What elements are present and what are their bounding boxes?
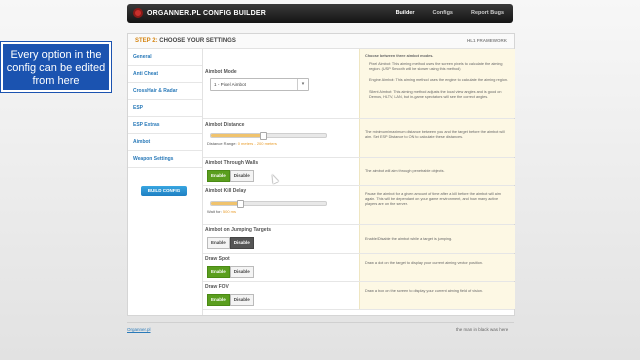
step-number: STEP 2: [135, 38, 158, 44]
top-navbar: ORGANNER.PL CONFIG BUILDER Builder Confi… [127, 4, 513, 23]
nav-builder[interactable]: Builder [387, 4, 424, 23]
aimbot-distance-range-label: Distance Range: [207, 141, 237, 146]
row-draw-spot-control: Draw Spot Enable Disable [203, 254, 359, 281]
annotation-callout: Every option in the config can be edited… [1, 42, 111, 92]
aimbot-mode-desc-intro: Choose between three aimbot modes. [365, 54, 434, 58]
nav-configs[interactable]: Configs [424, 4, 462, 23]
row-aimbot-kill-delay: Aimbot Kill Delay Wait for: 500 ms Pause… [203, 186, 515, 225]
settings-panel: STEP 2: CHOOSE YOUR SETTINGS HL1 FRAMEWO… [127, 33, 515, 316]
draw-fov-toggle: Enable Disable [207, 294, 254, 306]
kill-delay-desc: Pause the aimbot for a given amount of t… [365, 192, 501, 206]
through-walls-disable-button[interactable]: Disable [229, 170, 254, 182]
aimbot-mode-desc-item: Engine Aimbot: This aiming method uses t… [369, 78, 509, 82]
build-config-button[interactable]: BUILD CONFIG [141, 186, 187, 196]
aimbot-distance-handle[interactable] [259, 132, 267, 140]
draw-spot-disable-button[interactable]: Disable [229, 266, 254, 278]
footer-credit: the man in black was here [456, 327, 509, 332]
row-aimbot-distance: Aimbot Distance Distance Range: 0 meters… [203, 119, 515, 158]
draw-fov-enable-button[interactable]: Enable [207, 294, 230, 306]
kill-delay-fill [211, 202, 240, 205]
kill-delay-range: Wait for: 500 ms [207, 209, 236, 214]
sidebar-item-general[interactable]: General [128, 49, 202, 66]
draw-fov-desc: Draw a box on the screen to display your… [365, 289, 483, 293]
row-draw-spot: Draw Spot Enable Disable Draw a dot on t… [203, 254, 515, 282]
step-header: STEP 2: CHOOSE YOUR SETTINGS HL1 FRAMEWO… [128, 34, 514, 49]
logo[interactable]: ORGANNER.PL CONFIG BUILDER [133, 8, 266, 18]
settings-sidebar: General Anti Cheat CrossHair & Radar ESP… [128, 49, 203, 315]
kill-delay-description: Pause the aimbot for a given amount of t… [359, 186, 515, 224]
kill-delay-label: Aimbot Kill Delay [205, 188, 247, 194]
sidebar-item-esp[interactable]: ESP [128, 100, 202, 117]
nav-report-bugs[interactable]: Report Bugs [462, 4, 513, 23]
through-walls-enable-button[interactable]: Enable [207, 170, 230, 182]
row-aimbot-through-walls: Aimbot Through Walls Enable Disable The … [203, 158, 515, 186]
kill-delay-handle[interactable] [236, 200, 244, 208]
sidebar-item-weapon-settings[interactable]: Weapon Settings [128, 151, 202, 168]
draw-spot-label: Draw Spot [205, 256, 230, 262]
through-walls-toggle: Enable Disable [207, 170, 254, 182]
through-walls-description: The aimbot will aim through penetrable o… [359, 158, 515, 185]
step-title-text: CHOOSE YOUR SETTINGS [159, 38, 236, 44]
row-aimbot-mode: Aimbot Mode 1 - Pixel Aimbot ▾ Choose be… [203, 49, 515, 119]
jumping-targets-disable-button[interactable]: Disable [229, 237, 254, 249]
aimbot-mode-label: Aimbot Mode [205, 69, 237, 75]
sidebar-item-anti-cheat[interactable]: Anti Cheat [128, 66, 202, 83]
row-draw-fov-control: Draw FOV Enable Disable [203, 282, 359, 309]
step-title: STEP 2: CHOOSE YOUR SETTINGS [135, 38, 236, 44]
row-jumping-targets-control: Aimbot on Jumping Targets Enable Disable [203, 225, 359, 253]
aimbot-distance-slider[interactable] [210, 132, 327, 140]
through-walls-label: Aimbot Through Walls [205, 160, 259, 166]
aimbot-mode-description: Choose between three aimbot modes. Pixel… [359, 49, 515, 118]
sidebar-item-crosshair-radar[interactable]: CrossHair & Radar [128, 83, 202, 100]
draw-spot-enable-button[interactable]: Enable [207, 266, 230, 278]
through-walls-desc: The aimbot will aim through penetrable o… [365, 169, 445, 173]
aimbot-mode-desc-item: Pixel Aimbot: This aiming method uses th… [369, 62, 503, 71]
chevron-down-icon: ▾ [297, 79, 308, 90]
aimbot-mode-select[interactable]: 1 - Pixel Aimbot ▾ [210, 78, 309, 91]
jumping-targets-desc: Enable/Disable the aimbot while a target… [365, 237, 453, 241]
framework-label: HL1 FRAMEWORK [467, 38, 507, 43]
kill-delay-slider[interactable] [210, 200, 327, 208]
aimbot-distance-description: The minimum/maximum distance between you… [359, 119, 515, 157]
row-draw-fov: Draw FOV Enable Disable Draw a box on th… [203, 282, 515, 310]
aimbot-mode-desc-item: Silent Aimbot: This aiming method adjust… [369, 90, 502, 99]
draw-spot-description: Draw a dot on the target to display your… [359, 254, 515, 281]
draw-fov-label: Draw FOV [205, 284, 229, 290]
main-nav: Builder Configs Report Bugs [387, 4, 513, 23]
footer-site-link[interactable]: Organner.pl [127, 327, 151, 332]
row-aimbot-mode-control: Aimbot Mode 1 - Pixel Aimbot ▾ [203, 49, 359, 118]
row-kill-delay-control: Aimbot Kill Delay Wait for: 500 ms [203, 186, 359, 224]
jumping-targets-enable-button[interactable]: Enable [207, 237, 230, 249]
draw-fov-disable-button[interactable]: Disable [229, 294, 254, 306]
aimbot-distance-desc: The minimum/maximum distance between you… [365, 130, 505, 139]
aimbot-mode-value: 1 - Pixel Aimbot [214, 82, 246, 87]
logo-text: ORGANNER.PL CONFIG BUILDER [147, 9, 267, 17]
logo-icon [133, 8, 143, 18]
draw-spot-desc: Draw a dot on the target to display your… [365, 261, 483, 265]
row-jumping-targets: Aimbot on Jumping Targets Enable Disable… [203, 225, 515, 254]
kill-delay-range-value: 500 ms [222, 209, 236, 214]
draw-fov-description: Draw a box on the screen to display your… [359, 282, 515, 309]
row-through-walls-control: Aimbot Through Walls Enable Disable [203, 158, 359, 185]
sidebar-item-esp-extras[interactable]: ESP Extras [128, 117, 202, 134]
aimbot-distance-label: Aimbot Distance [205, 122, 245, 128]
jumping-targets-toggle: Enable Disable [207, 237, 254, 249]
jumping-targets-label: Aimbot on Jumping Targets [205, 227, 272, 233]
kill-delay-range-label: Wait for: [207, 209, 222, 214]
jumping-targets-description: Enable/Disable the aimbot while a target… [359, 225, 515, 253]
aimbot-distance-range-value: 0 meters - 200 meters [237, 141, 277, 146]
footer-divider [127, 322, 514, 323]
aimbot-distance-range: Distance Range: 0 meters - 200 meters [207, 141, 277, 146]
aimbot-distance-fill [211, 134, 263, 137]
sidebar-item-aimbot[interactable]: Aimbot [128, 134, 202, 151]
row-aimbot-distance-control: Aimbot Distance Distance Range: 0 meters… [203, 119, 359, 157]
draw-spot-toggle: Enable Disable [207, 266, 254, 278]
